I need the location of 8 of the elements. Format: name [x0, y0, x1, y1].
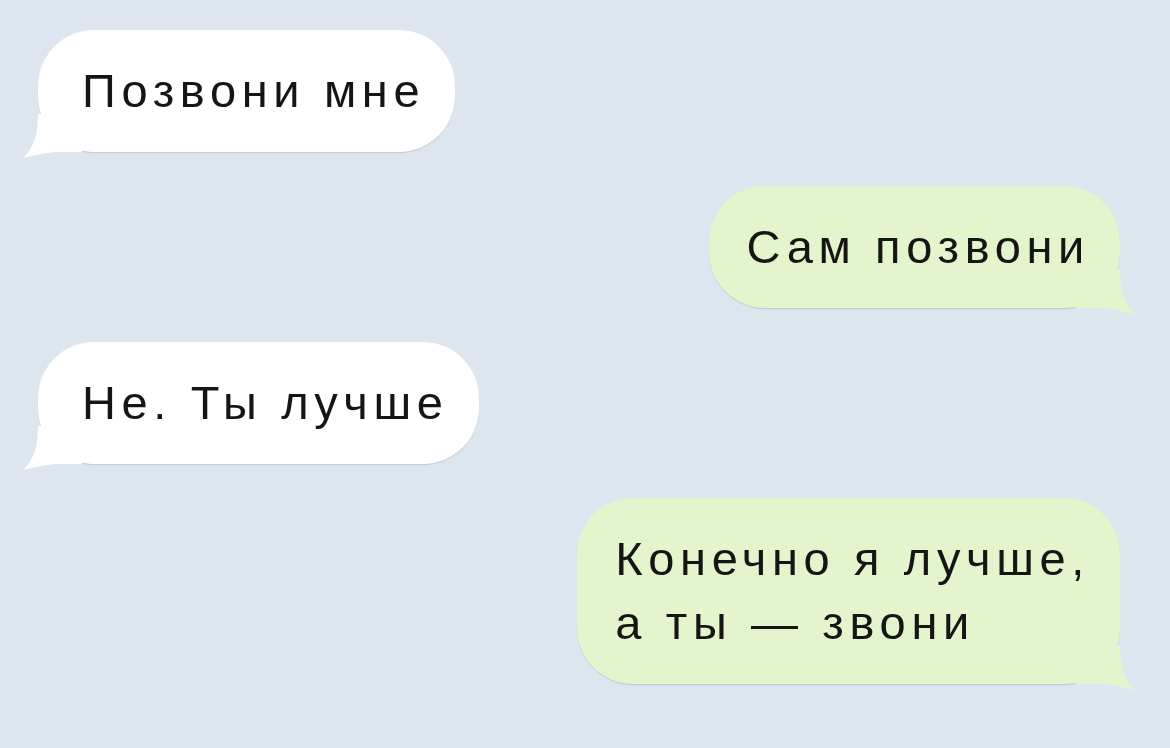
- message-bubble: Позвони мне: [38, 30, 456, 152]
- message-bubble: Сам позвони: [708, 186, 1120, 308]
- bubble-tail-icon: [1076, 646, 1136, 690]
- message-bubble: Конечно я лучше, а ты — звони: [577, 498, 1120, 684]
- bubble-tail-icon: [1076, 270, 1136, 314]
- message-bubble: Не. Ты лучше: [38, 342, 479, 464]
- bubble-tail-icon: [22, 426, 82, 470]
- bubble-tail-icon: [22, 114, 82, 158]
